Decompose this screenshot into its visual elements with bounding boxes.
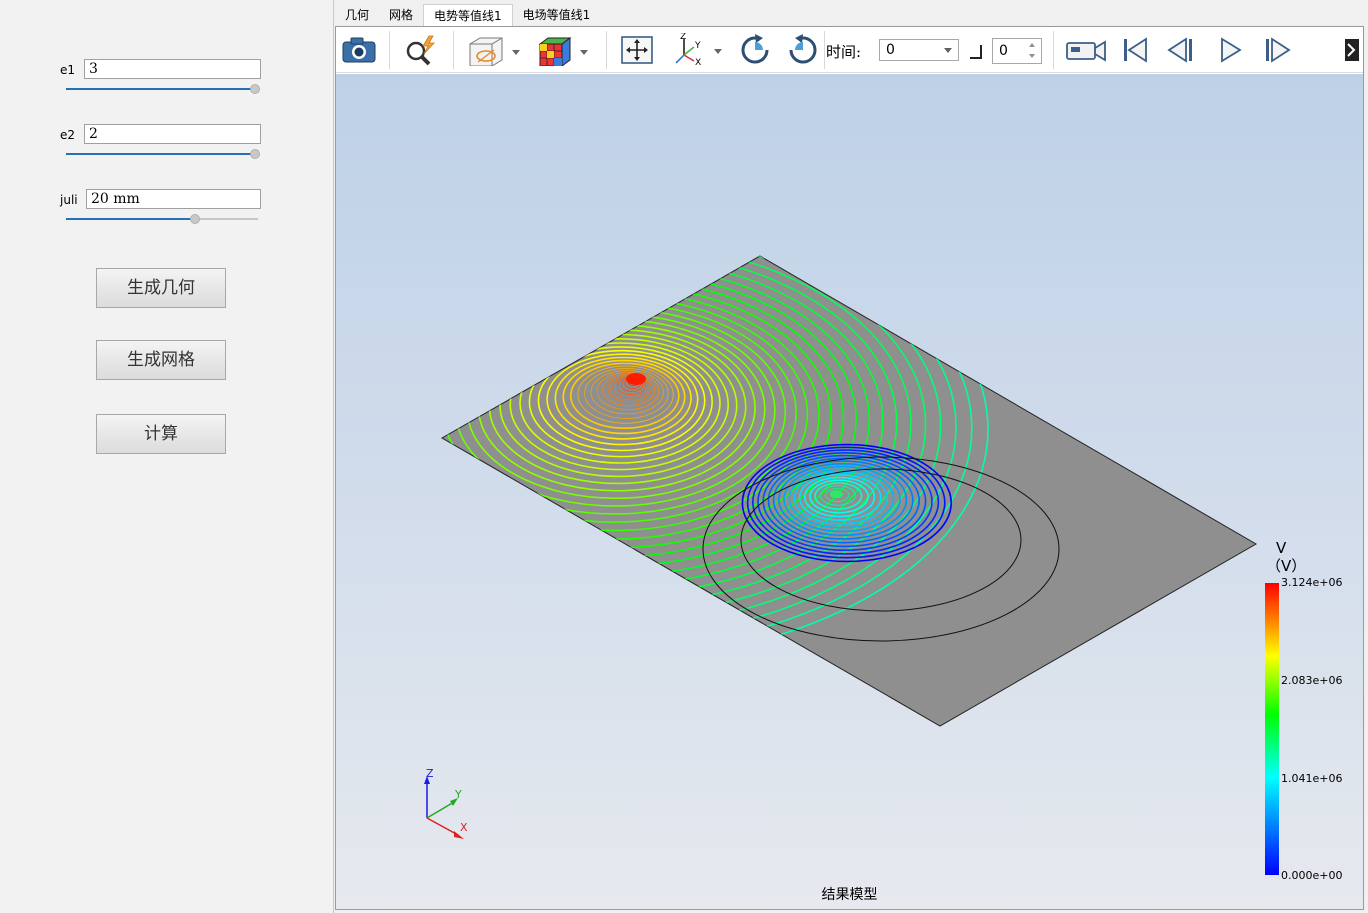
e2-input[interactable]: 2 xyxy=(84,124,261,144)
play-icon[interactable] xyxy=(1214,33,1248,67)
e2-label: e2 xyxy=(60,128,76,142)
time-select-value: 0 xyxy=(886,42,895,58)
e1-label: e1 xyxy=(60,63,76,77)
generate-geometry-button[interactable]: 生成几何 xyxy=(96,268,226,308)
generate-mesh-button[interactable]: 生成网格 xyxy=(96,340,226,380)
first-frame-icon[interactable] xyxy=(1118,33,1152,67)
axis-label-z: Z xyxy=(426,767,434,780)
tab-field-contours[interactable]: 电场等值线1 xyxy=(513,4,601,26)
juli-label: juli xyxy=(60,193,78,207)
e2-slider[interactable] xyxy=(66,148,260,160)
3d-viewport[interactable]: Z Y X V （V） 3.124e+06 2.083e+06 1.041e+0… xyxy=(336,74,1363,909)
juli-slider[interactable] xyxy=(66,213,258,225)
colorbar-unit: （V） xyxy=(1266,557,1307,575)
tab-mesh[interactable]: 网格 xyxy=(379,4,423,26)
colorbar-tick-min: 0.000e+00 xyxy=(1281,869,1343,882)
svg-text:Y: Y xyxy=(694,41,701,51)
tab-geometry[interactable]: 几何 xyxy=(335,4,379,26)
contour-core xyxy=(830,490,842,498)
axis-label-x: X xyxy=(460,821,468,834)
colorbar-tick-max: 3.124e+06 xyxy=(1281,576,1343,589)
expand-icon[interactable] xyxy=(1342,33,1362,67)
juli-input[interactable]: 20 mm xyxy=(86,189,261,209)
contour-plot[interactable]: Z Y X xyxy=(336,74,1363,909)
color-legend-bar xyxy=(1265,583,1279,875)
svg-text:Z: Z xyxy=(680,33,686,42)
colorbar-tick-2: 2.083e+06 xyxy=(1281,674,1343,687)
frame-spinbox[interactable]: 0 xyxy=(992,38,1042,64)
juli-slider-thumb[interactable] xyxy=(190,214,200,224)
rotate-ccw-icon[interactable] xyxy=(784,33,822,67)
zoom-flash-icon[interactable] xyxy=(402,33,438,67)
clip-view-icon[interactable] xyxy=(466,33,522,67)
e1-slider-thumb[interactable] xyxy=(250,84,260,94)
frame-value: 0 xyxy=(999,43,1008,59)
time-label: 时间: xyxy=(826,43,862,61)
fit-view-icon[interactable] xyxy=(618,33,656,67)
next-frame-icon[interactable] xyxy=(1260,33,1294,67)
svg-text:X: X xyxy=(695,58,701,67)
axes-orient-icon[interactable]: ZYX xyxy=(668,33,728,67)
e1-input[interactable]: 3 xyxy=(84,59,261,79)
app-window: e1 3 e2 2 juli 20 mm 生成几何 生成网格 计算 几何 网格 … xyxy=(0,0,1368,913)
spin-down-icon[interactable] xyxy=(1029,54,1035,58)
viewport-title: 结果模型 xyxy=(821,887,878,903)
view-tabs: 几何 网格 电势等值线1 电场等值线1 xyxy=(335,4,600,26)
tab-potential-contours[interactable]: 电势等值线1 xyxy=(423,4,513,26)
rotate-cw-icon[interactable] xyxy=(736,33,774,67)
time-select[interactable]: 0 xyxy=(879,39,959,61)
axis-label-y: Y xyxy=(454,788,462,801)
result-viewer: ZYX 时间: 0 0 Z Y X V （V） 3.124e+06 2.083e… xyxy=(335,26,1364,910)
record-video-icon[interactable] xyxy=(1064,33,1108,67)
color-cube-icon[interactable] xyxy=(534,33,594,67)
axes-triad: Z Y X xyxy=(424,767,468,839)
camera-icon[interactable] xyxy=(340,33,378,67)
spin-up-icon[interactable] xyxy=(1029,43,1035,47)
e2-slider-thumb[interactable] xyxy=(250,149,260,159)
prev-frame-icon[interactable] xyxy=(1164,33,1198,67)
compute-button[interactable]: 计算 xyxy=(96,414,226,454)
e1-slider[interactable] xyxy=(66,83,260,95)
colorbar-tick-1: 1.041e+06 xyxy=(1281,772,1343,785)
viewer-toolbar: ZYX 时间: 0 0 xyxy=(336,27,1363,73)
parameter-panel: e1 3 e2 2 juli 20 mm 生成几何 生成网格 计算 xyxy=(0,0,334,913)
contour-core xyxy=(626,373,646,385)
chevron-down-icon xyxy=(944,48,952,53)
frame-step-icon[interactable] xyxy=(970,45,982,59)
